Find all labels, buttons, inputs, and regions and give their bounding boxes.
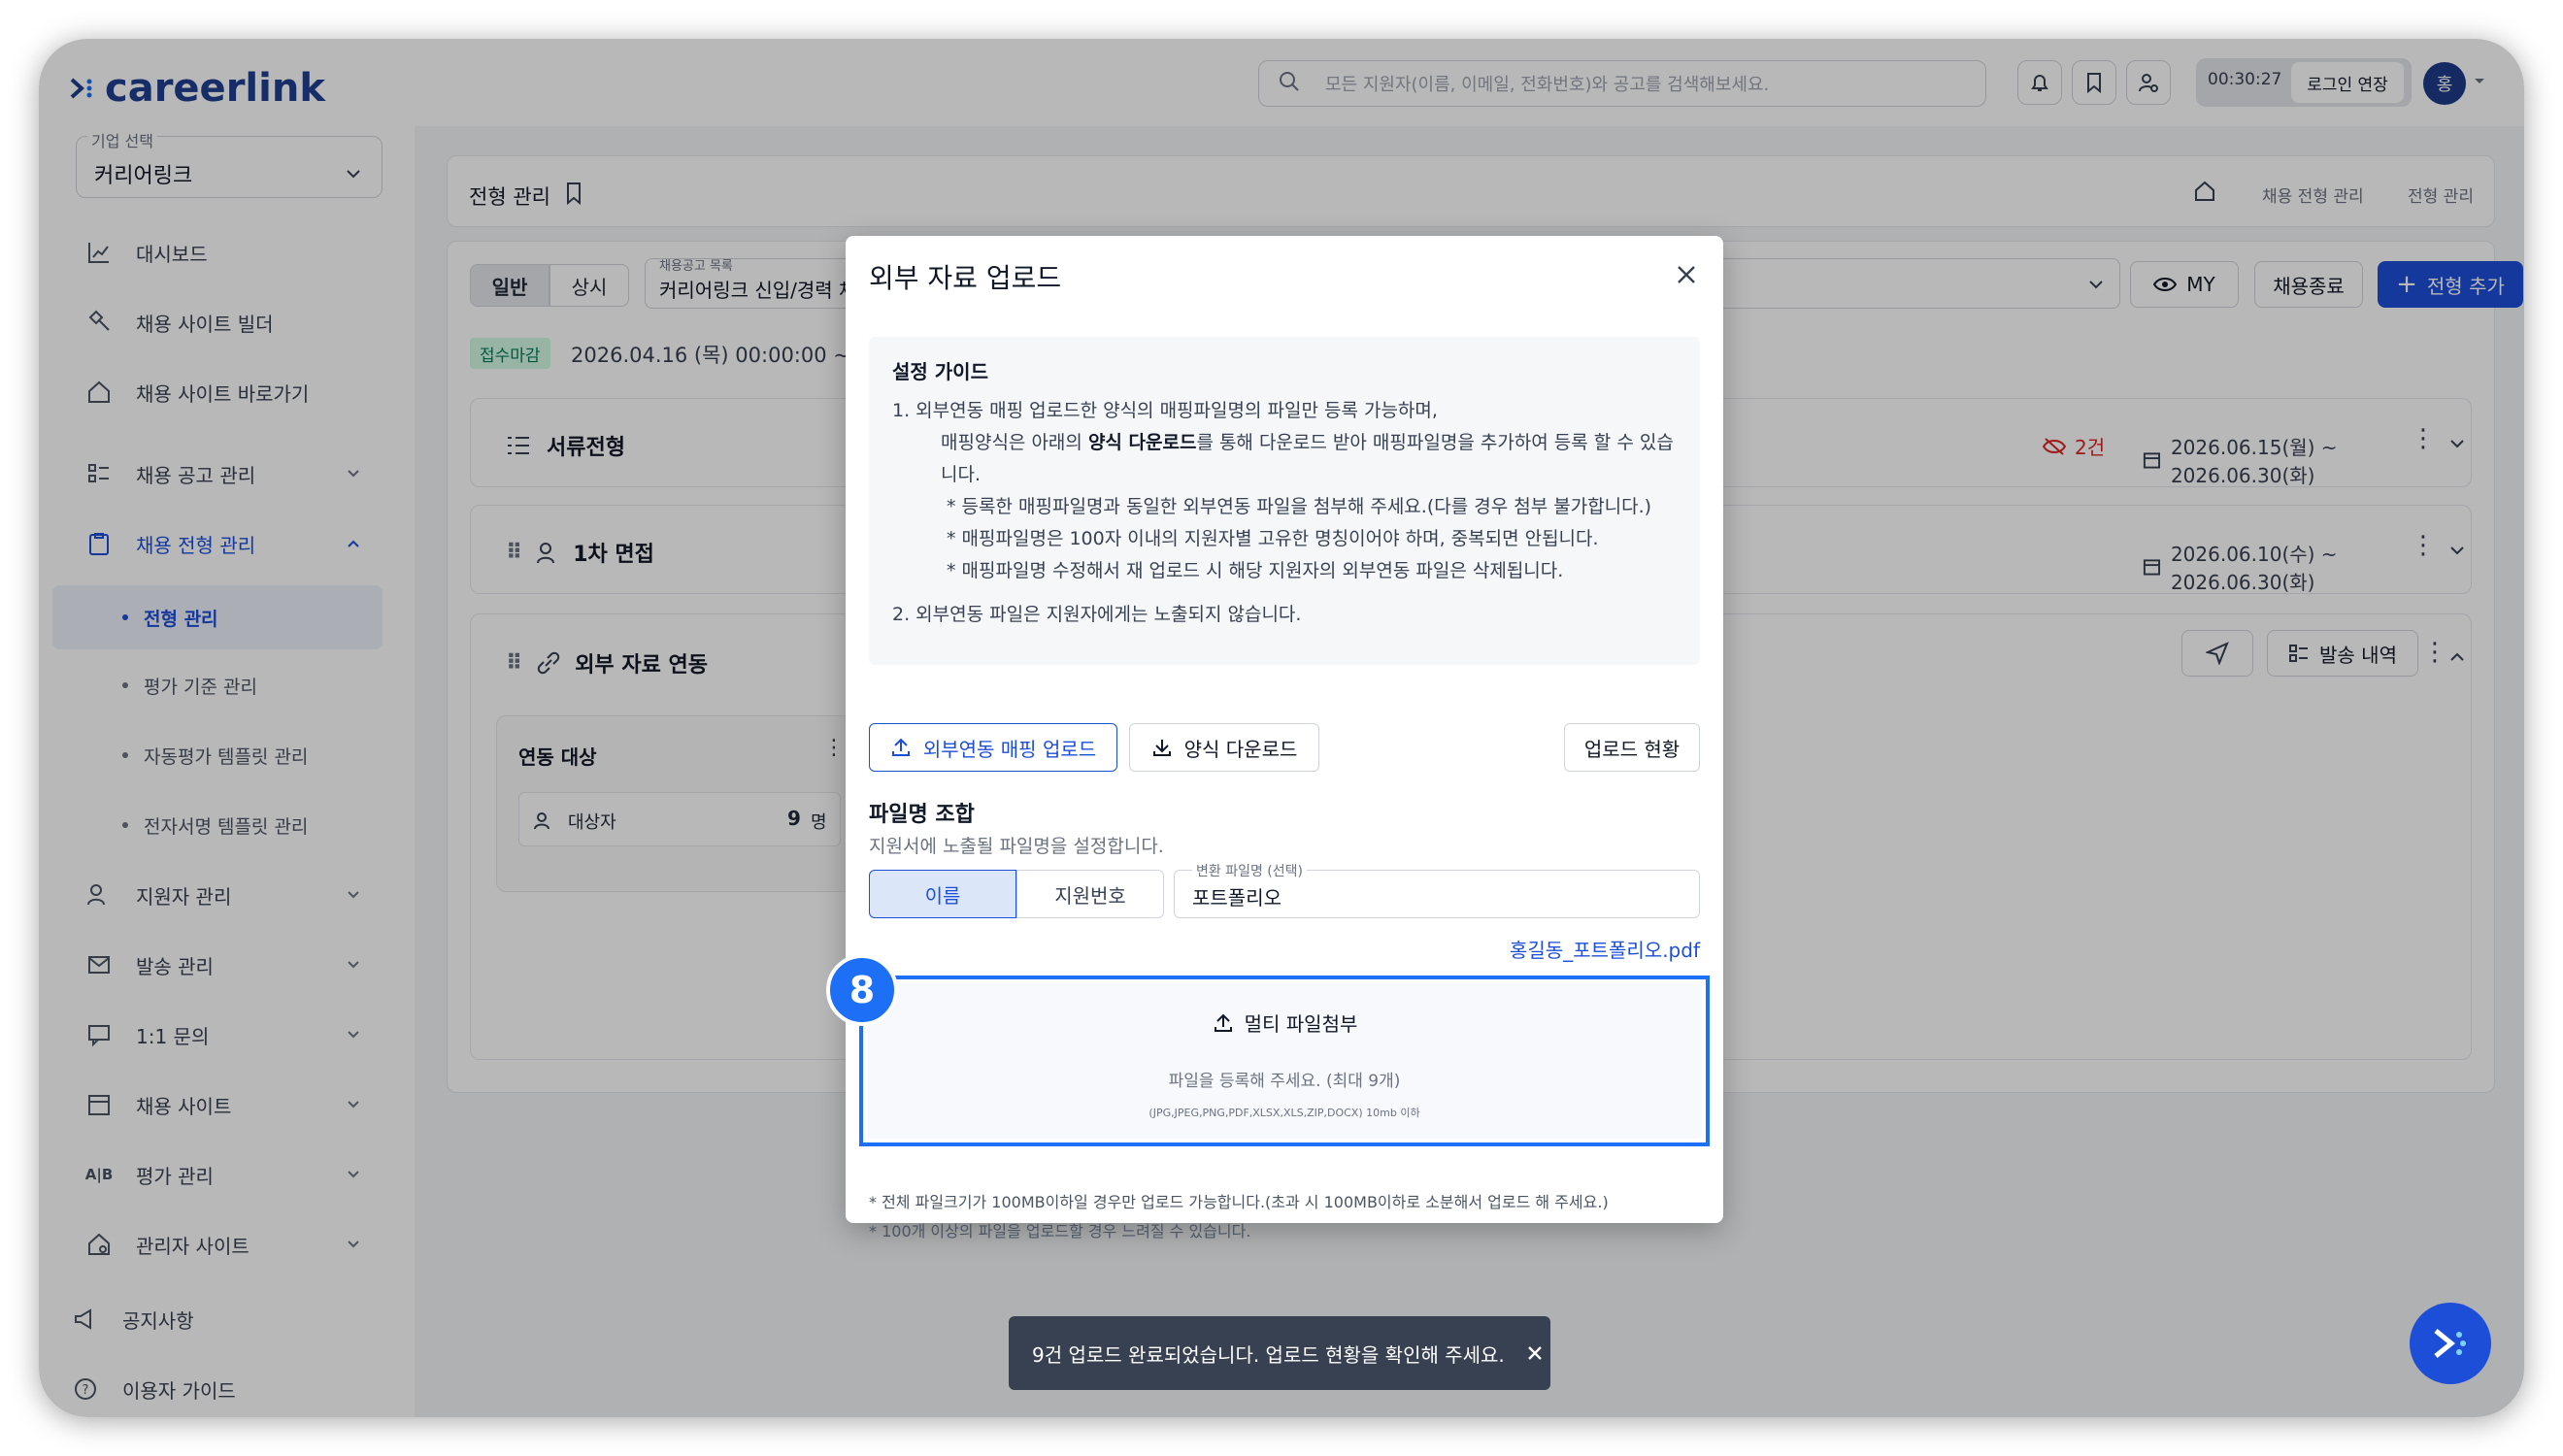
form-download-emphasis: 양식 다운로드 [1087,432,1197,453]
dropzone-title-text: 멀티 파일첨부 [1244,1012,1358,1036]
converted-filename-field[interactable]: 변환 파일명 (선택) 포트폴리오 [1174,861,1700,918]
dropzone-types: (JPG,JPEG,PNG,PDF,XLSX,XLS,ZIP,DOCX) 10m… [1148,1107,1420,1119]
close-icon[interactable] [1675,263,1698,286]
setup-guide: 설정 가이드 1. 외부연동 매핑 업로드한 양식의 매핑파일명의 파일만 등록… [869,337,1700,665]
guide-line: 2. 외부연동 파일은 지원자에게는 노출되지 않습니다. [892,604,1302,625]
download-icon [1152,740,1171,756]
guide-title: 설정 가이드 [892,360,988,383]
toast-text: 9건 업로드 완료되었습니다. 업로드 현황을 확인해 주세요. [1032,1342,1505,1367]
form-download-button[interactable]: 양식 다운로드 [1129,723,1319,772]
upload-toast: 9건 업로드 완료되었습니다. 업로드 현황을 확인해 주세요. [1009,1316,1550,1390]
upload-icon [1214,1013,1232,1032]
dropzone-title: 멀티 파일첨부 [867,1009,1702,1037]
upload-note: * 100개 이상의 파일을 업로드할 경우 느려질 수 있습니다. [869,1222,1251,1241]
modal-title: 외부 자료 업로드 [869,262,1062,294]
guide-line: 1. 외부연동 매핑 업로드한 양식의 매핑파일명의 파일만 등록 가능하며, [892,400,1438,421]
upload-icon [891,738,910,756]
converted-filename-value: 포트폴리오 [1192,886,1282,910]
converted-filename-label: 변환 파일명 (선택) [1192,861,1307,880]
guide-text: 를 통해 다운로드 받아 매핑파일명을 추가하여 등록 할 수 있습 [1196,432,1674,453]
form-download-label: 양식 다운로드 [1183,737,1298,761]
chevron-brand-icon [2434,1329,2466,1358]
mapping-upload-label: 외부연동 매핑 업로드 [922,737,1097,761]
upload-status-button[interactable]: 업로드 현황 [1564,723,1700,772]
toggle-name[interactable]: 이름 [869,870,1016,918]
guide-text: 매핑양식은 아래의 [941,432,1082,453]
guide-line: 니다. [941,464,981,485]
step-badge: 8 [826,954,898,1026]
guide-line: * 매핑파일명 수정해서 재 업로드 시 해당 지원자의 외부연동 파일은 삭제… [947,560,1564,581]
mapping-upload-button[interactable]: 외부연동 매핑 업로드 [869,723,1117,772]
toggle-applicant-number[interactable]: 지원번호 [1016,870,1164,918]
dropzone-desc: 파일을 등록해 주세요. (최대 9개) [1168,1072,1401,1091]
multi-file-dropzone[interactable]: 멀티 파일첨부 파일을 등록해 주세요. (최대 9개) (JPG,JPEG,P… [859,976,1710,1146]
upload-note: * 전체 파일크기가 100MB이하일 경우만 업로드 가능합니다.(초과 시 … [869,1193,1609,1211]
guide-line: 매핑양식은 아래의 양식 다운로드를 통해 다운로드 받아 매핑파일명을 추가하… [941,427,1674,459]
dropzone-inner: 멀티 파일첨부 파일을 등록해 주세요. (최대 9개) (JPG,JPEG,P… [867,983,1702,1139]
filename-title: 파일명 조합 [869,803,975,827]
guide-line: * 등록한 매핑파일명과 동일한 외부연동 파일을 첨부해 주세요.(다를 경우… [947,496,1652,517]
app-window: careerlink 커리어링크 기업 선택 대시보드 채용 사이트 빌더 채용… [39,39,2524,1417]
close-icon[interactable] [1526,1344,1544,1362]
filename-desc: 지원서에 노출될 파일명을 설정합니다. [869,836,1164,857]
filename-preview: 홍길동_포트폴리오.pdf [1510,939,1700,962]
guide-line: * 매핑파일명은 100자 이내의 지원자별 고유한 명칭이어야 하며, 중복되… [947,528,1599,549]
external-upload-modal: 외부 자료 업로드 설정 가이드 1. 외부연동 매핑 업로드한 양식의 매핑파… [826,236,1723,1241]
assistant-fab[interactable] [2410,1303,2491,1384]
